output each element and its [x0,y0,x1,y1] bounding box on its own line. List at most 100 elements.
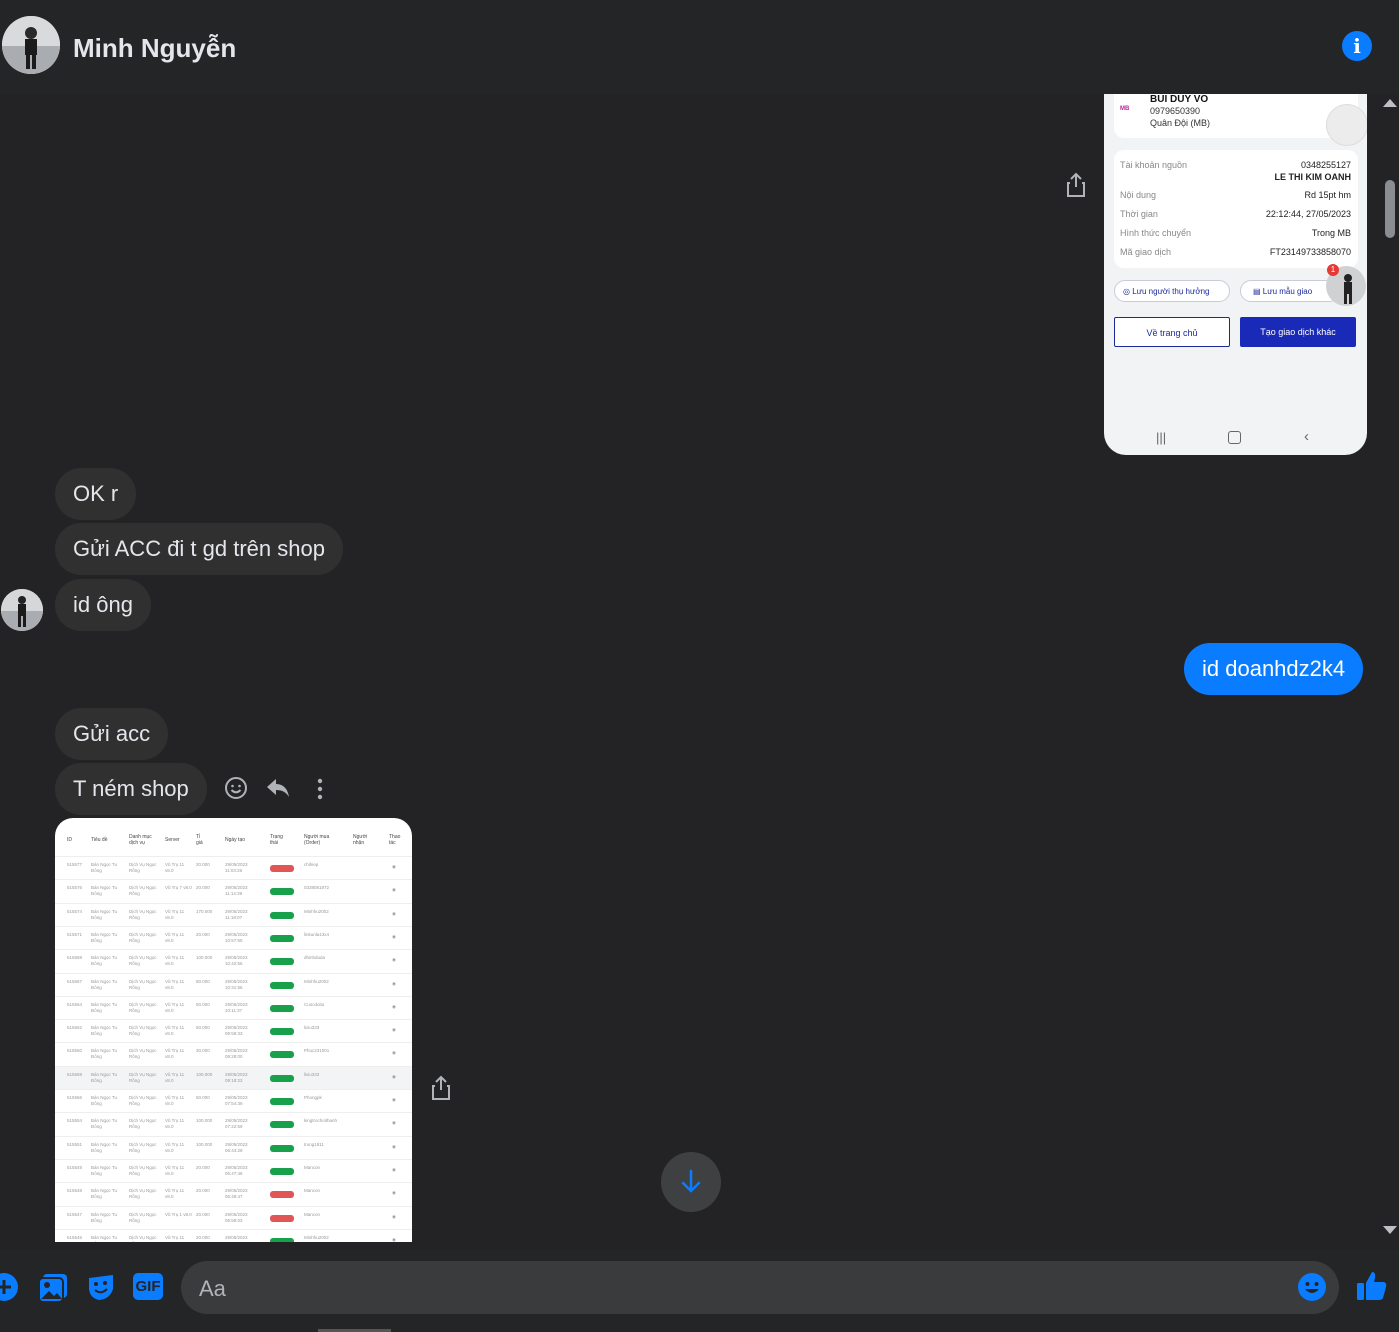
table-cell-cat: Dịch Vụ Ngọc Rồng [129,885,157,897]
share-icon[interactable] [431,1075,451,1106]
table-cell-rate: 20.000 [196,1211,210,1217]
reply-icon[interactable] [265,776,291,805]
message-bubble[interactable]: id ông [55,579,151,631]
table-cell-title: Bán Ngọc Tu Đông [91,1025,118,1037]
content-value: Rd 15pt hm [1304,190,1351,200]
table-cell-title: Bán Ngọc Tu Đông [91,1071,118,1083]
sticker-icon[interactable] [86,1272,116,1307]
table-header-cell: Ngày tạo [225,837,246,843]
eye-icon: ◉ [392,1236,396,1242]
status-badge [270,865,294,872]
status-badge [270,1051,294,1059]
table-header: ID Tiêu đề Danh mục dịch vụ Server Tỉ gi… [55,832,412,856]
home-icon [1228,431,1241,444]
receipt-image[interactable]: MB BUI DUY VO 0979650390 Quân Đội (MB) T… [1104,94,1367,455]
mb-logo: MB [1120,106,1130,112]
message-bubble[interactable]: OK r [55,468,137,520]
table-cell-rate: 100.000 [196,1141,213,1147]
emoji-icon[interactable] [1297,1272,1327,1307]
eye-icon: ◉ [392,1166,396,1172]
image-icon[interactable] [37,1272,69,1309]
plus-icon[interactable] [0,1272,19,1307]
time-value: 22:12:44, 27/05/2023 [1265,209,1351,219]
sender-avatar[interactable] [1,589,43,631]
table-cell-id: 515556 [67,1095,83,1100]
table-cell-buyer: linkunla13x4 [304,931,330,937]
table-cell-title: Bán Ngọc Tu Đông [91,1048,118,1060]
scroll-down-arrow[interactable] [1383,1226,1397,1234]
table-cell-cat: Dịch Vụ Ngọc Rồng [129,1211,157,1223]
message-bubble[interactable]: Gửi acc [55,708,169,760]
table-cell-buyer: Mancon [304,1211,321,1217]
method-value: Trong MB [1311,228,1351,238]
shop-table-image[interactable]: ID Tiêu đề Danh mục dịch vụ Server Tỉ gi… [55,818,412,1242]
table-cell-id: 515547 [67,1211,83,1217]
table-cell-cat: Dịch Vụ Ngọc Rồng [129,1048,157,1060]
message-input-placeholder: Aa [199,1276,226,1301]
eye-icon: ◉ [392,1097,396,1102]
eye-icon: ◉ [392,1050,396,1056]
table-cell-buyer: kingtrochoithanh [304,1118,338,1124]
table-cell-cat: Dịch Vụ Ngọc Rồng [129,978,157,990]
table-cell-server: Vũ Trụ 11 v8.0 [165,908,185,920]
table-cell-date: 29/05/2023 11:18:07 [225,908,248,920]
scroll-up-arrow[interactable] [1383,99,1397,107]
table-cell-buyer: trung1811 [304,1141,324,1147]
scrollbar-thumb[interactable] [1385,180,1395,238]
message-input[interactable] [181,1261,1339,1314]
contact-avatar[interactable] [2,16,60,74]
back-icon: ‹ [1304,428,1309,445]
table-header-cell: Server [165,837,180,843]
message-bubble[interactable]: T ném shop [55,763,207,815]
table-cell-rate: 50.000 [196,1025,210,1031]
table-cell-buyer: chihiep [304,862,319,867]
table-cell-server: Vũ Trụ 11 v8.0 [165,1118,185,1130]
table-cell-server: Vũ Trụ 11 v8.0 [165,931,185,943]
circle-decoration [1326,104,1367,146]
scroll-to-bottom-button[interactable] [661,1152,721,1212]
source-label: Tài khoản nguồn [1120,160,1188,170]
payee-bank: Quân Đội (MB) [1150,118,1211,128]
table-cell-rate: 100.000 [196,1118,213,1124]
more-options-icon[interactable] [316,778,324,805]
contact-name[interactable]: Minh Nguyễn [73,33,236,64]
table-cell-server: Vũ Trụ 11 v8.0 [165,1141,185,1153]
info-icon[interactable]: i [1342,31,1372,61]
code-label: Mã giao dịch [1120,247,1172,257]
table-cell-date: 29/05/2023 05:48:47 [225,1188,248,1200]
eye-icon: ◉ [392,1143,396,1149]
table-cell-date: 29/05/2023 09:28:00 [225,1048,248,1060]
eye-icon: ◉ [392,1213,396,1219]
table-header-cell: Tiêu đề [91,837,108,843]
table-cell-server: Vũ Trụ 11 v8.0 [165,1095,185,1106]
status-badge [270,1004,294,1012]
table-row: 515560 Bán Ngọc Tu Đông Dịch Vụ Ngọc Rồng V… [55,1042,412,1066]
table-cell-buyer: Mancon [304,1188,321,1194]
message-bubble[interactable]: Gửi ACC đi t gd trên shop [55,523,343,575]
gif-icon[interactable]: GIF [133,1273,163,1300]
table-cell-title: Bán Ngọc Tu Đông [91,1095,118,1106]
table-cell-id: 515562 [67,1025,83,1031]
table-cell-date: 29/05/2023 07:54:39 [225,1095,248,1106]
table-cell-title: Bán Ngọc Tu Đông [91,1211,118,1223]
table-header-cell: Người nhận [353,834,368,846]
sent-message-bubble[interactable]: id doanhdz2k4 [1184,643,1364,695]
eye-icon: ◉ [392,864,396,869]
status-badge [270,1121,294,1129]
like-icon[interactable] [1355,1269,1389,1308]
share-icon[interactable] [1066,172,1086,203]
table-cell-id: 515551 [67,1141,83,1147]
table-cell-cat: Dịch Vụ Ngọc Rồng [129,1071,157,1083]
table-cell-title: Bán Ngọc Tu Đông [91,931,118,943]
status-badge [270,1028,294,1036]
status-badge [270,1191,294,1199]
table-cell-date: 29/05/2023 09:18:23 [225,1071,248,1083]
document-icon: ▤ [1253,287,1263,296]
source-name: LE THI KIM OANH [1274,172,1352,182]
table-cell-cat: Dịch Vụ Ngọc Rồng [129,908,157,920]
react-emoji-icon[interactable] [224,776,248,805]
table-cell-server: Vũ Trụ 11 v8.0 [165,1164,185,1176]
table-cell-title: Bán Ngọc Tu Đông [91,908,118,920]
recent-apps-icon: ||| [1156,430,1167,445]
table-cell-title: Bán Ngọc Tu Đông [91,862,118,873]
